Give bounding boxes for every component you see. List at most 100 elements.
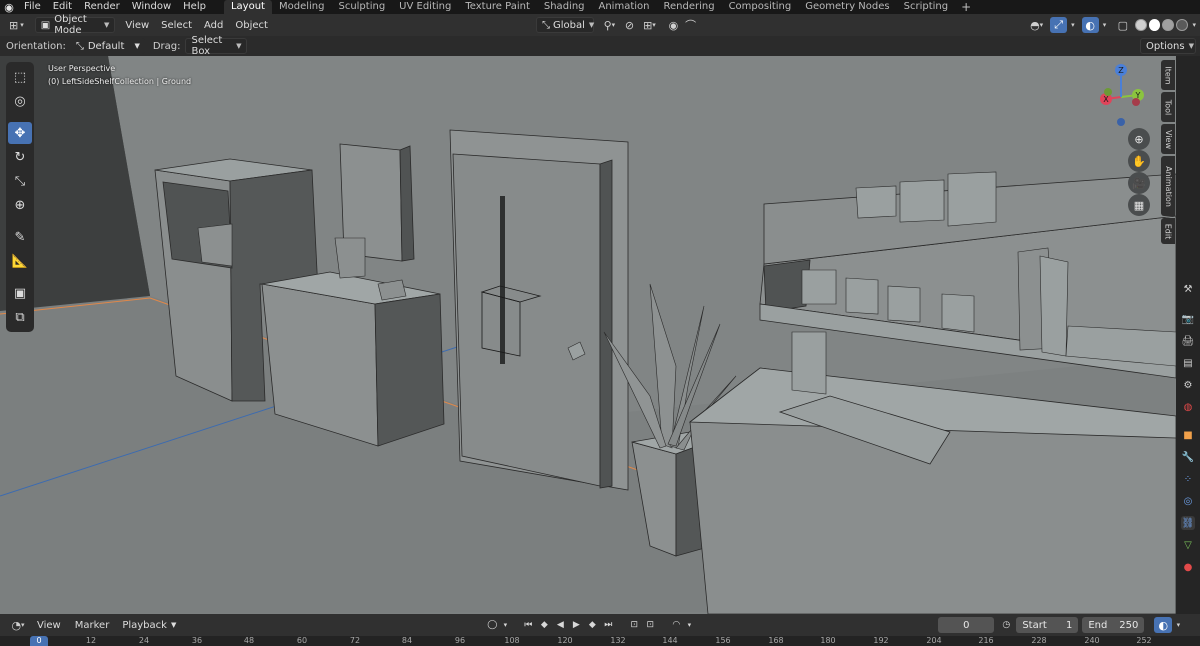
workspace-tab-sculpting[interactable]: Sculpting [331,0,392,14]
tool-properties-icon[interactable]: ⚒ [1181,282,1195,296]
scene-properties-icon[interactable]: ⚙ [1181,378,1195,392]
chevron-down-icon[interactable]: ▾ [1099,17,1110,33]
menu-render[interactable]: Render [78,0,126,14]
preview-range-icon[interactable]: ◷ [998,617,1014,633]
material-properties-icon[interactable]: ● [1181,560,1195,574]
navigation-gizmo[interactable]: X Y Z [1086,62,1156,132]
workspace-tab-geometry-nodes[interactable]: Geometry Nodes [798,0,896,14]
xray-toggle-icon[interactable]: ▢ [1114,17,1131,33]
timeline-overlay-icon[interactable]: ◐ [1154,617,1173,633]
add-workspace-button[interactable]: + [955,0,977,14]
timeline-menu-marker[interactable]: Marker [68,620,117,631]
pan-hand-icon[interactable]: ✋ [1128,150,1150,172]
material-shading-icon[interactable] [1162,19,1174,31]
prev-keyframe-icon[interactable]: ◆ [536,617,552,633]
workspace-tab-texture-paint[interactable]: Texture Paint [458,0,537,14]
visibility-icon[interactable]: ◓ ▾ [1025,17,1048,33]
particles-icon[interactable]: ⁘ [1181,472,1195,486]
proportional-edit-icon[interactable]: ◉ [665,17,682,33]
workspace-tab-shading[interactable]: Shading [537,0,592,14]
wireframe-shading-icon[interactable] [1135,19,1147,31]
workspace-tab-scripting[interactable]: Scripting [897,0,955,14]
snap-timeline-icon[interactable]: ◠ [668,617,684,633]
snap-toggle-icon[interactable]: ⊘ [621,17,638,33]
chevron-down-icon[interactable]: ▾ [1067,17,1078,33]
chevron-down-icon[interactable]: ▾ [684,617,694,633]
3d-viewport[interactable]: User Perspective (0) LeftSideShelfCollec… [0,56,1176,614]
tab-tool[interactable]: Tool [1161,92,1175,122]
viewport-menu-select[interactable]: Select [155,20,198,31]
select-box-tool-icon[interactable]: ⬚ [8,66,32,88]
auto-keying-icon[interactable]: ◯ [484,617,500,633]
data-properties-icon[interactable]: ▽ [1181,538,1195,552]
world-properties-icon[interactable]: ◍ [1181,400,1195,414]
workspace-tab-layout[interactable]: Layout [223,0,272,14]
jump-start-icon[interactable]: ⏮ [520,617,536,633]
transform-orientation-dropdown[interactable]: ⤡ Global ▼ [535,17,594,33]
viewport-menu-object[interactable]: Object [229,20,274,31]
snap-target-icon[interactable]: ⊞ ▾ [638,17,661,33]
perspective-toggle-icon[interactable]: ▦ [1128,194,1150,216]
playback-dropdown[interactable]: Playback ▼ [116,617,182,633]
editor-type-icon[interactable]: ⊞ ▾ [4,17,29,33]
next-keyframe-icon[interactable]: ◆ [584,617,600,633]
falloff-icon[interactable]: ⌒ [682,17,699,33]
current-frame-field[interactable]: 0 [938,617,995,633]
chevron-down-icon[interactable]: ▾ [500,617,510,633]
annotate-tool-icon[interactable]: ✎ [8,226,32,248]
solid-shading-icon[interactable] [1148,19,1161,31]
frame-ruler[interactable]: 0 12 24 36 48 60 72 84 96 108 120 132 14… [0,636,1200,646]
transform-tool-icon[interactable]: ⊕ [8,194,32,216]
keying-set-icon[interactable]: ⊡ [626,617,642,633]
measure-tool-icon[interactable]: 📐 [8,250,32,272]
jump-end-icon[interactable]: ⏭ [600,617,616,633]
playhead[interactable]: 0 [30,636,48,646]
end-frame-field[interactable]: End 250 [1082,617,1145,633]
tab-view[interactable]: View [1161,124,1175,154]
options-dropdown[interactable]: Options ▼ [1140,38,1196,54]
camera-view-icon[interactable]: 🎥 [1128,172,1150,194]
move-tool-icon[interactable]: ✥ [8,122,32,144]
pivot-point-icon[interactable]: ⚲ ▾ [598,17,621,33]
cursor-tool-icon[interactable]: ◎ [8,90,32,112]
menu-help[interactable]: Help [177,0,212,14]
render-properties-icon[interactable]: 📷 [1181,312,1195,326]
output-properties-icon[interactable]: 🖨 [1181,334,1195,348]
add-cube-tool-icon[interactable]: ▣ [8,282,32,304]
view-layer-icon[interactable]: ▤ [1181,356,1195,370]
menu-window[interactable]: Window [126,0,177,14]
scale-tool-icon[interactable]: ⤡ [8,170,32,192]
play-reverse-icon[interactable]: ◀ [552,617,568,633]
workspace-tab-rendering[interactable]: Rendering [656,0,721,14]
chevron-down-icon[interactable]: ▾ [1172,617,1184,633]
workspace-tab-modeling[interactable]: Modeling [272,0,332,14]
workspace-tab-compositing[interactable]: Compositing [722,0,799,14]
add-object-tool-icon[interactable]: ⧉ [8,306,32,328]
gizmo-toggle-icon[interactable]: ⤢ [1050,17,1068,33]
chevron-down-icon[interactable]: ▾ [1189,17,1200,33]
constraints-icon[interactable]: ⛓ [1181,516,1195,530]
viewport-menu-add[interactable]: Add [198,20,229,31]
timeline-menu-view[interactable]: View [30,620,68,631]
rendered-shading-icon[interactable] [1176,19,1188,31]
overlay-toggle-icon[interactable]: ◐ [1081,17,1099,33]
viewport-menu-view[interactable]: View [119,20,155,31]
insert-keyframe-icon[interactable]: ⊡ [642,617,658,633]
play-icon[interactable]: ▶ [568,617,584,633]
workspace-tab-animation[interactable]: Animation [592,0,657,14]
zoom-icon[interactable]: ⊕ [1128,128,1150,150]
object-properties-icon[interactable]: ■ [1181,428,1195,442]
tab-item[interactable]: Item [1161,60,1175,90]
menu-edit[interactable]: Edit [47,0,78,14]
tab-edit[interactable]: Edit [1161,218,1175,244]
modifier-properties-icon[interactable]: 🔧 [1181,450,1195,464]
start-frame-field[interactable]: Start 1 [1016,617,1079,633]
menu-file[interactable]: File [18,0,47,14]
orientation-dropdown[interactable]: ⤡ Default ▼ [70,38,145,54]
mode-dropdown[interactable]: ▣ Object Mode ▼ [34,14,116,36]
rotate-tool-icon[interactable]: ↻ [8,146,32,168]
blender-logo-icon[interactable]: ◉ [0,0,18,14]
tab-animation[interactable]: Animation [1161,156,1175,216]
physics-icon[interactable]: ◎ [1181,494,1195,508]
drag-dropdown[interactable]: Select Box ▼ [185,35,248,57]
